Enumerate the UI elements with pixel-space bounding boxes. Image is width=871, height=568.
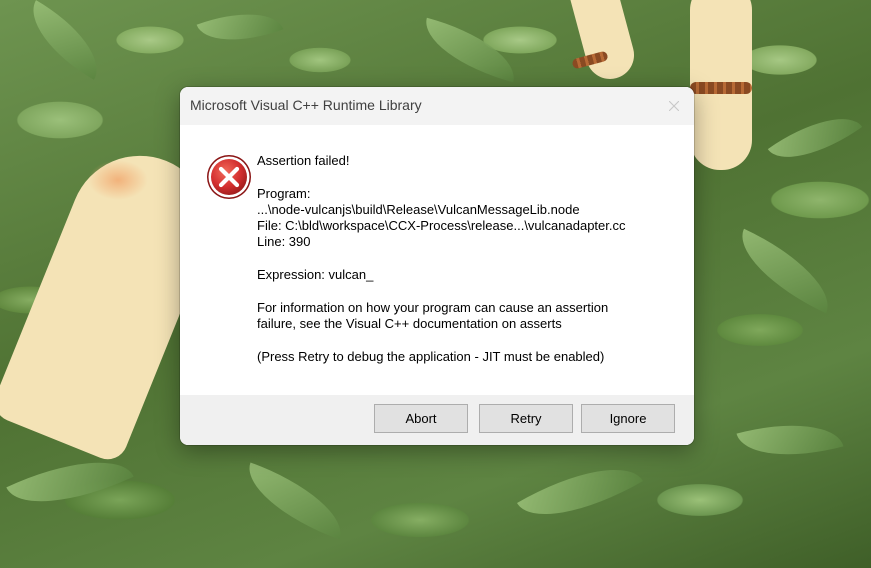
message-hint: (Press Retry to debug the application - … — [257, 348, 605, 364]
message-program-label: Program: — [257, 185, 311, 201]
wallpaper-leaf — [726, 228, 844, 314]
wallpaper-leaf — [416, 17, 524, 83]
dialog-titlebar[interactable]: Microsoft Visual C++ Runtime Library — [180, 87, 694, 125]
message-program-path: ...\node-vulcanjs\build\Release\VulcanMe… — [257, 201, 580, 217]
wallpaper-bracelet — [690, 82, 752, 94]
message-file: File: C:\bld\workspace\CCX-Process\relea… — [257, 218, 626, 234]
retry-button[interactable]: Retry — [479, 404, 573, 433]
wallpaper-leaf — [517, 442, 643, 542]
message-expression: Expression: vulcan_ — [257, 267, 374, 283]
error-icon — [207, 155, 251, 199]
dialog-title: Microsoft Visual C++ Runtime Library — [190, 97, 422, 113]
message-heading: Assertion failed! — [257, 153, 350, 168]
abort-button[interactable]: Abort — [374, 404, 468, 433]
wallpaper-leaf — [16, 0, 114, 80]
close-icon — [669, 101, 679, 111]
wallpaper-leaf — [236, 462, 354, 540]
wallpaper-leaf — [196, 0, 284, 57]
wallpaper-figure-arm — [564, 0, 640, 85]
ignore-button[interactable]: Ignore — [581, 404, 675, 433]
dialog-message: Assertion failed! Program: ...\node-vulc… — [257, 153, 682, 365]
message-line: Line: 390 — [257, 234, 311, 250]
wallpaper-leaf — [767, 97, 863, 179]
close-button[interactable] — [654, 87, 694, 125]
message-info-line2: failure, see the Visual C++ documentatio… — [257, 315, 562, 331]
message-info-line1: For information on how your program can … — [257, 299, 609, 315]
wallpaper-leaf — [736, 407, 844, 473]
assertion-dialog: Microsoft Visual C++ Runtime Library Ass… — [180, 87, 694, 445]
wallpaper-figure-knee — [88, 160, 148, 200]
